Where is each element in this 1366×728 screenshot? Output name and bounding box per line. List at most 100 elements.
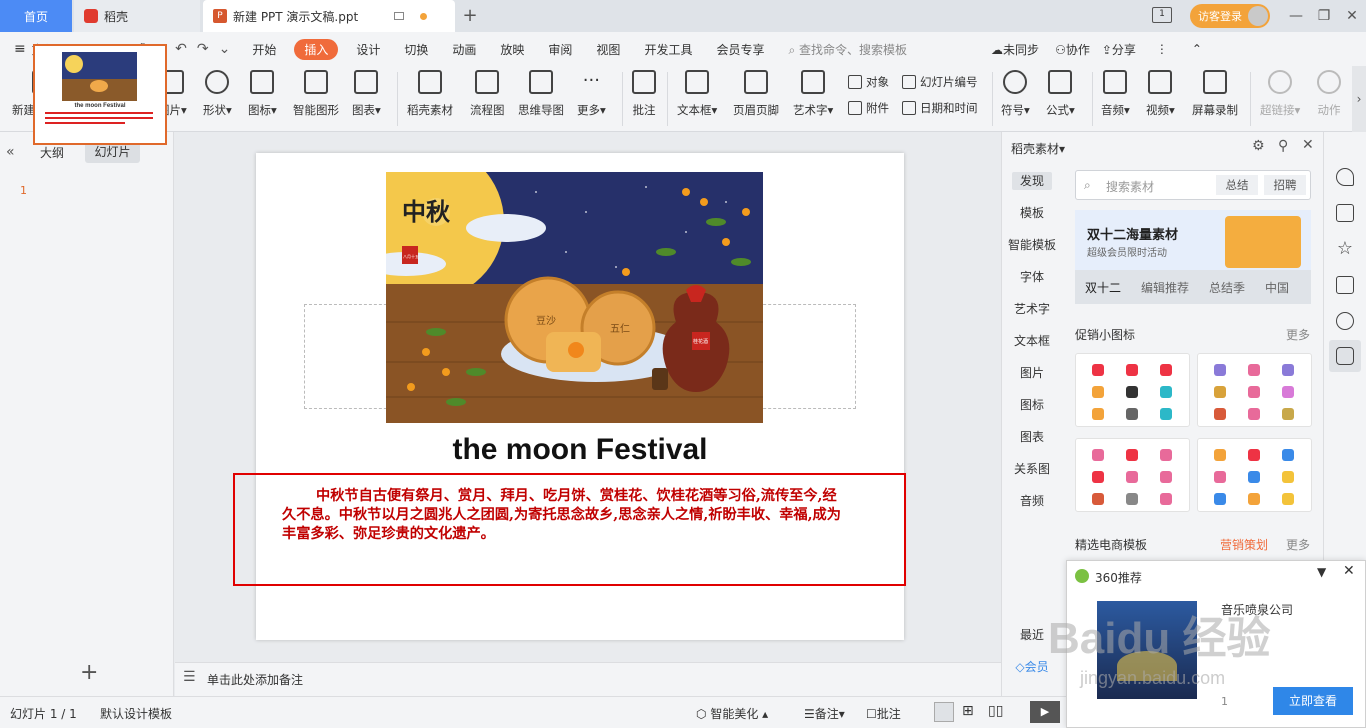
menu-review[interactable]: 审阅 [536,41,584,58]
search-tag-summary[interactable]: 总结 [1216,175,1258,195]
nav-textbox[interactable]: 文本框 [1001,332,1063,349]
symbol-button[interactable]: 符号▾ [1001,70,1030,118]
object-button[interactable]: 对象 [848,74,889,90]
slide-title[interactable]: the moon Festival [256,433,904,467]
material-panel-header[interactable]: 稻壳素材▾ [1011,140,1065,157]
more-options-icon[interactable]: ⋮ [1144,42,1180,56]
transform-icon[interactable] [1336,276,1354,294]
star-icon[interactable]: ☆ [1336,240,1354,258]
icon-pack-card[interactable] [1075,353,1190,427]
page-count-icon[interactable]: 1 [1152,7,1172,23]
play-slideshow-icon[interactable]: ▶ [1030,701,1060,723]
tab-daoke[interactable]: 稻壳 [74,0,200,32]
slide-thumbnail[interactable]: the moon Festival [33,44,167,145]
menu-view[interactable]: 视图 [584,41,632,58]
daoke-material-button[interactable]: 稻壳素材 [407,70,453,118]
menu-member[interactable]: 会员专享 [704,41,776,58]
icon-pack-card[interactable] [1197,438,1312,512]
banner-tab[interactable]: 编辑推荐 [1141,279,1189,296]
nav-audio[interactable]: 音频 [1001,492,1063,509]
restore-icon[interactable]: ❐ [1314,6,1334,26]
chart-button[interactable]: 图表▾ [352,70,381,118]
help-icon[interactable] [1336,312,1354,330]
collapse-ribbon-icon[interactable]: ⌃ [1180,42,1214,56]
banner-tab[interactable]: 双十二 [1085,279,1121,296]
screen-record-button[interactable]: 屏幕录制 [1192,70,1238,118]
minimize-icon[interactable]: — [1286,6,1306,26]
wordart-button[interactable]: 艺术字▾ [793,70,833,118]
nav-font[interactable]: 字体 [1001,268,1063,285]
menu-insert[interactable]: 插入 [294,38,339,60]
settings-icon[interactable]: ⚙ [1252,138,1265,154]
action-button[interactable]: 动作 [1317,70,1341,118]
audio-button[interactable]: 音频▾ [1101,70,1130,118]
sorter-view-icon[interactable]: ⊞ [962,703,974,719]
menu-start[interactable]: 开始 [240,41,288,58]
popup-collapse-icon[interactable]: ▼ [1317,565,1326,579]
tab-home[interactable]: 首页 [0,0,72,32]
promo-icons-more-link[interactable]: 更多 [1286,326,1310,343]
material-rail-button[interactable] [1329,340,1361,372]
nav-template[interactable]: 模板 [1001,204,1063,221]
more-button[interactable]: ··· 更多▾ [577,70,606,118]
close-panel-icon[interactable]: ✕ [1302,137,1314,153]
slide-body-text[interactable]: 中秋节自古便有祭月、赏月、拜月、吃月饼、赏桂花、饮桂花酒等习俗,流传至今,经久不… [282,487,846,544]
attachment-button[interactable]: 附件 [848,100,889,116]
command-search[interactable]: ⌕ 查找命令、搜索模板 [776,41,919,58]
new-tab-button[interactable]: + [460,6,480,26]
collapse-panel-icon[interactable]: « [6,144,15,160]
material-search-input[interactable]: ⌕ 搜索素材 总结 招聘 [1075,170,1311,200]
search-tag-recruit[interactable]: 招聘 [1264,175,1306,195]
view-now-button[interactable]: 立即查看 [1273,687,1353,715]
normal-view-icon[interactable] [934,702,954,722]
slide-number-button[interactable]: 幻灯片编号 [902,74,978,90]
hamburger-icon[interactable]: ≡ [14,41,26,57]
unsync-button[interactable]: ☁未同步 [979,41,1051,58]
video-button[interactable]: 视频▾ [1146,70,1175,118]
nav-icon[interactable]: 图标 [1001,396,1063,413]
ribbon-scroll-right-icon[interactable]: › [1352,66,1366,132]
promo-banner[interactable]: 双十二海量素材 超级会员限时活动 双十二 编辑推荐 总结季 中国 [1075,210,1311,304]
mid-autumn-illustration[interactable]: 中秋 八月十五 豆沙 五仁 桂花酒 [386,172,763,423]
banner-tab[interactable]: 中国 [1265,279,1289,296]
tab-outline[interactable]: 大纲 [40,144,64,161]
pin-icon[interactable]: ⚲ [1278,138,1288,154]
marketing-link[interactable]: 营销策划 [1220,536,1268,553]
comment-toggle-button[interactable]: ☐批注 [866,705,901,722]
nav-chart[interactable]: 图表 [1001,428,1063,445]
banner-tab[interactable]: 总结季 [1209,279,1245,296]
icon-button[interactable]: 图标▾ [248,70,277,118]
menu-slideshow[interactable]: 放映 [488,41,536,58]
menu-transition[interactable]: 切换 [392,41,440,58]
add-slide-icon[interactable]: + [80,662,98,684]
notes-bar[interactable]: ☰ 单击此处添加备注 [175,662,1001,696]
formula-button[interactable]: 公式▾ [1046,70,1075,118]
header-footer-button[interactable]: 页眉页脚 [733,70,779,118]
datetime-button[interactable]: 日期和时间 [902,100,978,116]
smart-beautify-button[interactable]: ⬡ 智能美化 ▴ [696,705,768,722]
reading-view-icon[interactable]: ▯▯ [988,703,1003,719]
nav-relation[interactable]: 关系图 [1001,460,1063,477]
nav-discover[interactable]: 发现 [1001,172,1063,190]
rocket-icon[interactable] [1336,168,1354,186]
tab-document[interactable]: P 新建 PPT 演示文稿.ppt [203,0,455,32]
hyperlink-button[interactable]: 超链接▾ [1260,70,1300,118]
visitor-login-button[interactable]: 访客登录 [1190,4,1270,28]
sliders-icon[interactable] [1336,204,1354,222]
nav-picture[interactable]: 图片 [1001,364,1063,381]
menu-design[interactable]: 设计 [344,41,392,58]
tab-slides[interactable]: 幻灯片 [85,142,140,163]
textbox-button[interactable]: 文本框▾ [677,70,717,118]
icon-pack-card[interactable] [1197,353,1312,427]
popup-close-icon[interactable]: ✕ [1343,563,1355,579]
notes-button[interactable]: ☰备注▾ [804,705,845,722]
nav-wordart[interactable]: 艺术字 [1001,300,1063,317]
icon-pack-card[interactable] [1075,438,1190,512]
close-window-icon[interactable]: ✕ [1342,6,1362,26]
ecommerce-more-link[interactable]: 更多 [1286,536,1310,553]
design-template[interactable]: 默认设计模板 [100,705,172,722]
collab-button[interactable]: ⚇协作 [1051,41,1094,58]
mindmap-button[interactable]: 思维导图 [518,70,564,118]
window-icon[interactable] [394,12,405,20]
flowchart-button[interactable]: 流程图 [470,70,505,118]
